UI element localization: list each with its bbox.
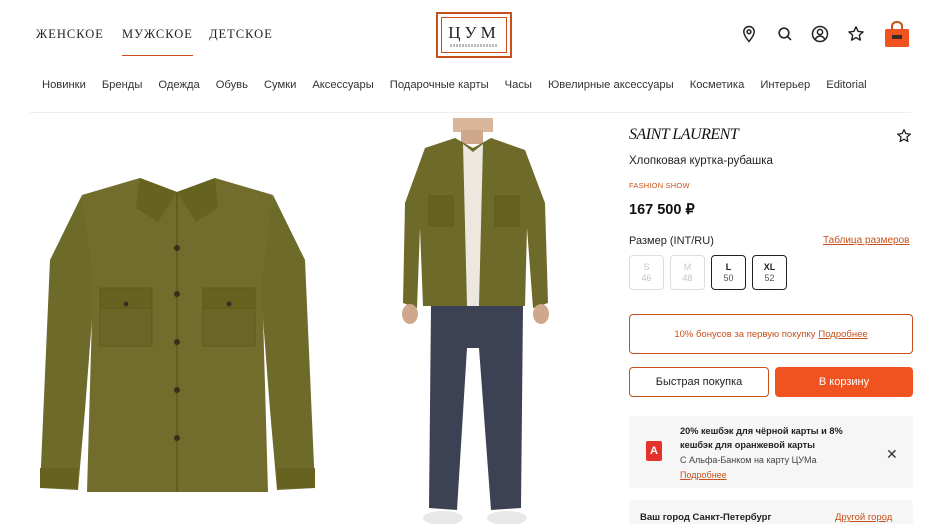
nav-women[interactable]: ЖЕНСКОЕ <box>36 27 104 42</box>
size-option-l[interactable]: L 50 <box>711 255 746 290</box>
brand-name[interactable]: SAINT LAURENT <box>629 126 739 144</box>
shopping-bag-icon[interactable] <box>884 20 910 48</box>
nav-item-shoes[interactable]: Обувь <box>216 79 248 91</box>
nav-item-brands[interactable]: Бренды <box>102 79 143 91</box>
fashion-show-badge: FASHION SHOW <box>629 181 690 190</box>
close-icon[interactable]: ✕ <box>886 446 898 463</box>
nav-men[interactable]: МУЖСКОЕ <box>122 27 193 56</box>
nav-item-jewelry[interactable]: Ювелирные аксессуары <box>548 79 674 91</box>
location-icon[interactable] <box>740 25 758 43</box>
nav-item-cosmetics[interactable]: Косметика <box>690 79 745 91</box>
bonus-details-link[interactable]: Подробнее <box>818 329 867 340</box>
size-option-m[interactable]: M 48 <box>670 255 705 290</box>
search-icon[interactable] <box>776 25 794 43</box>
city-selector: Ваш город Санкт-Петербург Другой город <box>629 500 913 524</box>
alfa-bank-promo: А 20% кешбэк для чёрной карты и 8% кешбэ… <box>629 416 913 488</box>
promo-details-link[interactable]: Подробнее <box>680 470 727 480</box>
product-name: Хлопковая куртка-рубашка <box>629 155 773 167</box>
top-header: ЖЕНСКОЕ МУЖСКОЕ ДЕТСКОЕ ЦУМ <box>0 0 931 68</box>
size-label: Размер (INT/RU) <box>629 235 714 247</box>
favorites-star-icon[interactable] <box>847 25 865 43</box>
tsum-logo[interactable]: ЦУМ <box>436 12 512 58</box>
product-image-front[interactable] <box>40 170 315 500</box>
product-image-model[interactable] <box>395 118 560 524</box>
product-price: 167 500 ₽ <box>629 202 695 218</box>
nav-item-new[interactable]: Новинки <box>42 79 86 91</box>
size-option-s[interactable]: S 46 <box>629 255 664 290</box>
size-selector: S 46 M 48 L 50 XL 52 <box>629 255 787 290</box>
add-to-cart-button[interactable]: В корзину <box>775 367 913 397</box>
logo-subtext <box>450 43 498 47</box>
nav-item-bags[interactable]: Сумки <box>264 79 296 91</box>
user-icon[interactable] <box>811 25 829 43</box>
category-nav: Новинки Бренды Одежда Обувь Сумки Аксесс… <box>42 79 911 91</box>
nav-item-interior[interactable]: Интерьер <box>760 79 810 91</box>
promo-title: 20% кешбэк для чёрной карты и 8% кешбэк … <box>680 426 843 450</box>
size-option-xl[interactable]: XL 52 <box>752 255 787 290</box>
first-purchase-bonus-banner: 10% бонусов за первую покупку Подробнее <box>629 314 913 354</box>
nav-item-clothing[interactable]: Одежда <box>158 79 199 91</box>
size-table-link[interactable]: Таблица размеров <box>823 235 909 246</box>
logo-text: ЦУМ <box>448 22 500 42</box>
current-city: Ваш город Санкт-Петербург <box>640 512 772 523</box>
bonus-text: 10% бонусов за первую покупку <box>674 328 816 340</box>
nav-item-gift-cards[interactable]: Подарочные карты <box>390 79 489 91</box>
add-to-favorites-icon[interactable] <box>896 128 912 144</box>
header-divider <box>30 112 911 113</box>
alfa-bank-logo-icon: А <box>646 441 662 461</box>
nav-kids[interactable]: ДЕТСКОЕ <box>209 27 273 42</box>
nav-item-editorial[interactable]: Editorial <box>826 79 866 91</box>
promo-subtitle: С Альфа-Банком на карту ЦУМа <box>680 455 817 465</box>
nav-item-accessories[interactable]: Аксессуары <box>312 79 373 91</box>
nav-item-watches[interactable]: Часы <box>505 79 532 91</box>
change-city-link[interactable]: Другой город <box>835 512 892 523</box>
quick-buy-button[interactable]: Быстрая покупка <box>629 367 769 397</box>
